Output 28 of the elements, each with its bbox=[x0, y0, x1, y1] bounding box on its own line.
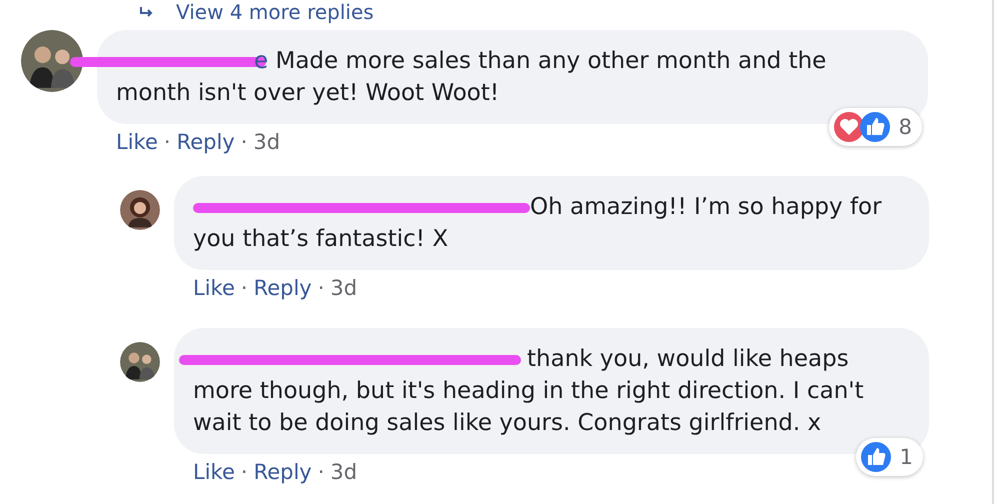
action-link[interactable]: Like bbox=[116, 128, 158, 156]
comment-text: thank you, would like heaps more though, but it's heading in the right direction. I can't wait to be doing sales like yours. Congrats girlfriend. x bbox=[193, 343, 909, 439]
avatar-icon[interactable] bbox=[120, 190, 160, 230]
separator-dot: · bbox=[164, 129, 171, 156]
view-replies-link[interactable]: View 4 more replies bbox=[176, 0, 374, 24]
reaction-count-badge[interactable]: 1 bbox=[856, 438, 923, 476]
thumbs-up-icon bbox=[858, 111, 891, 143]
timestamp: 3d bbox=[330, 275, 358, 302]
separator-dot: · bbox=[240, 459, 248, 486]
action-link[interactable]: Reply bbox=[254, 458, 312, 486]
comment-text: Oh amazing!! I’m so happy for you that’s fantastic! X bbox=[193, 193, 883, 254]
avatar-icon[interactable] bbox=[120, 342, 160, 382]
action-link[interactable]: Like bbox=[193, 458, 235, 486]
action-link[interactable]: Reply bbox=[176, 128, 235, 156]
separator-dot: · bbox=[240, 129, 248, 156]
separator-dot: · bbox=[318, 275, 324, 302]
action-link[interactable]: Like bbox=[193, 274, 235, 302]
thumbs-up-icon bbox=[860, 441, 892, 473]
reply-arrow-icon bbox=[140, 6, 154, 18]
reaction-count-badge[interactable]: 8 bbox=[828, 108, 922, 146]
timestamp: 3d bbox=[330, 459, 358, 486]
avatar-icon[interactable] bbox=[21, 30, 83, 92]
reaction-count: 1 bbox=[900, 444, 913, 471]
timestamp: 3d bbox=[253, 129, 280, 156]
separator-dot: · bbox=[318, 459, 324, 486]
separator-dot: · bbox=[240, 275, 248, 302]
action-link[interactable]: Reply bbox=[254, 274, 312, 302]
reaction-count: 8 bbox=[898, 114, 912, 141]
